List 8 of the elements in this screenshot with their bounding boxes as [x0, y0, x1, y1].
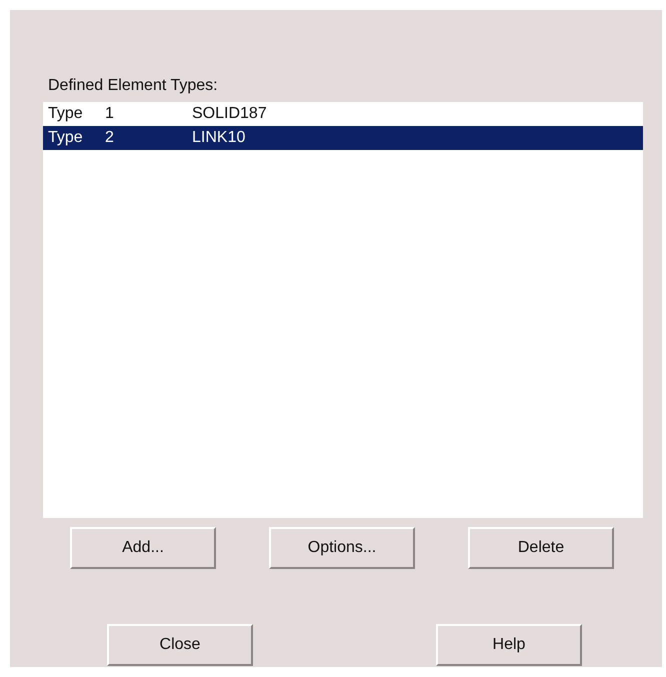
list-row[interactable]: Type 1 SOLID187 [43, 102, 643, 126]
list-row[interactable]: Type 2 LINK10 [43, 126, 643, 150]
dialog-button[interactable]: Close [107, 624, 253, 666]
dialog-button[interactable]: Delete [468, 527, 614, 569]
list-label: Defined Element Types: [48, 76, 218, 96]
dialog-button[interactable]: Options... [269, 527, 415, 569]
dialog-button[interactable]: Add... [70, 527, 216, 569]
dialog-button[interactable]: Help [436, 624, 582, 666]
